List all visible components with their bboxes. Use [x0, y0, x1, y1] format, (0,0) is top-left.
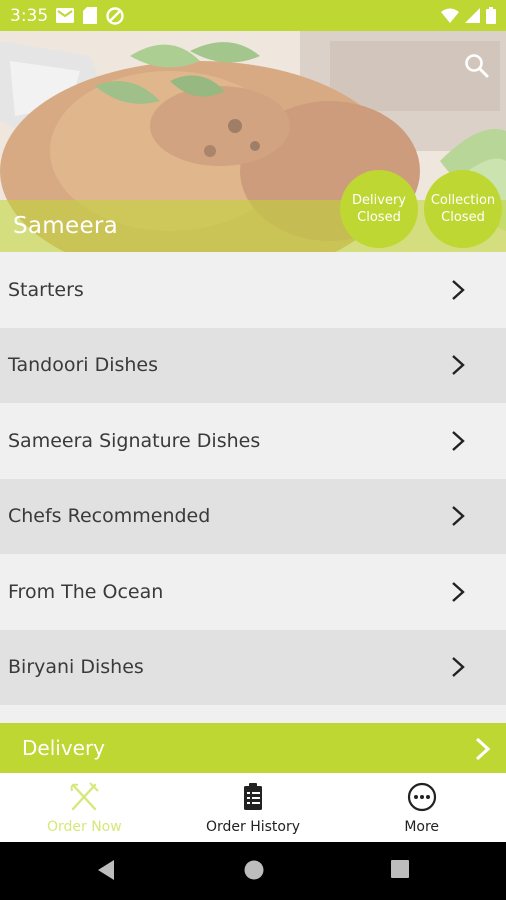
chevron-right-icon: [452, 430, 465, 451]
collection-status-badge: Collection Closed: [424, 170, 502, 248]
nav-more-label: More: [404, 819, 440, 835]
delivery-status-badge: Delivery Closed: [340, 170, 418, 248]
nav-more[interactable]: More: [337, 773, 506, 842]
clipboard-icon: [244, 783, 262, 810]
bottom-navigation: Order Now Order History More: [0, 773, 506, 842]
menu-category-label: Starters: [8, 278, 84, 301]
menu-category-ocean[interactable]: From The Ocean: [0, 554, 506, 630]
menu-category-signature[interactable]: Sameera Signature Dishes: [0, 403, 506, 479]
menu-category-biryani[interactable]: Biryani Dishes: [0, 629, 506, 705]
menu-category-label: From The Ocean: [8, 580, 164, 603]
menu-category-starters[interactable]: Starters: [0, 252, 506, 328]
system-navigation-bar: [0, 842, 506, 900]
do-not-disturb-icon: [106, 6, 124, 25]
signal-icon: [465, 8, 480, 23]
menu-category-label: Sameera Signature Dishes: [8, 429, 261, 452]
nav-order-history[interactable]: Order History: [169, 773, 338, 842]
chevron-right-icon: [452, 355, 465, 376]
menu-category-label: Chefs Recommended: [8, 505, 211, 528]
fork-knife-icon: [70, 782, 100, 811]
status-time: 3:35: [10, 5, 49, 26]
recents-icon[interactable]: [390, 859, 410, 879]
nav-order-history-label: Order History: [205, 819, 301, 835]
nav-order-now-label: Order Now: [46, 819, 122, 835]
menu-category-label: Biryani Dishes: [8, 656, 144, 679]
battery-icon: [486, 7, 496, 24]
menu-category-label: Tandoori Dishes: [8, 354, 159, 377]
back-icon[interactable]: [96, 859, 116, 881]
restaurant-hero: Sameera Delivery Closed Collection Close…: [0, 31, 506, 252]
delivery-mode-bar[interactable]: Delivery: [0, 723, 506, 773]
nav-order-now[interactable]: Order Now: [0, 773, 169, 842]
delivery-badge-line1: Delivery: [352, 193, 406, 208]
menu-category-chefs-recommended[interactable]: Chefs Recommended: [0, 478, 506, 554]
delivery-mode-label: Delivery: [22, 736, 106, 760]
wifi-icon: [441, 8, 459, 23]
home-icon[interactable]: [243, 859, 265, 881]
delivery-badge-line2: Closed: [357, 210, 401, 225]
collection-badge-line1: Collection: [430, 193, 496, 208]
chevron-right-icon: [452, 506, 465, 527]
chevron-right-icon: [452, 581, 465, 602]
sim-card-icon: [83, 7, 98, 24]
menu-category-list: Starters Tandoori Dishes Sameera Signatu…: [0, 252, 506, 705]
more-icon: [407, 782, 436, 812]
restaurant-name: Sameera: [13, 213, 119, 239]
menu-category-tandoori[interactable]: Tandoori Dishes: [0, 327, 506, 403]
search-icon: [465, 54, 489, 78]
chevron-right-icon: [452, 657, 465, 678]
search-button[interactable]: [462, 51, 492, 81]
status-bar: 3:35: [0, 0, 506, 31]
collection-badge-line2: Closed: [441, 210, 485, 225]
gmail-icon: [56, 8, 75, 23]
chevron-right-icon: [452, 279, 465, 300]
list-spacer: [0, 705, 506, 723]
chevron-right-icon: [475, 737, 491, 761]
